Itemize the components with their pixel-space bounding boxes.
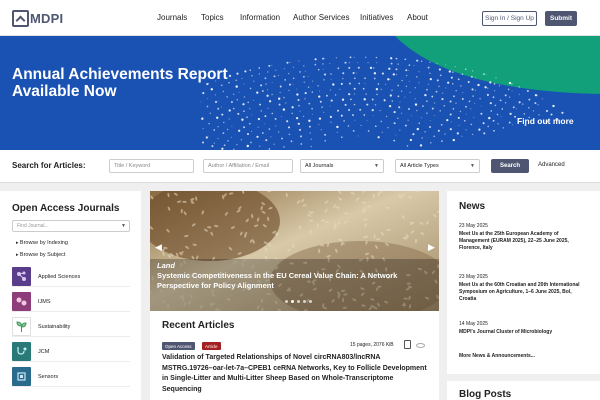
- pdf-download-icon[interactable]: [404, 340, 411, 349]
- submit-button[interactable]: Submit: [545, 11, 577, 26]
- carousel-dot[interactable]: [291, 300, 294, 303]
- article-type-value: All Article Types: [400, 163, 439, 169]
- journal-name: Applied Sciences: [38, 273, 81, 280]
- article-search-bar: Search for Articles: Title / Keyword Aut…: [0, 150, 600, 183]
- carousel-title[interactable]: Systemic Competitiveness in the EU Cerea…: [157, 271, 427, 291]
- top-header: MDPI Journals Topics Information Author …: [0, 0, 600, 36]
- article-title-link[interactable]: Validation of Targeted Relationships of …: [162, 353, 430, 395]
- featured-carousel[interactable]: Land Systemic Competitiveness in the EU …: [150, 191, 439, 311]
- news-date: 14 May 2025: [459, 321, 488, 327]
- mdpi-logo[interactable]: MDPI: [12, 10, 63, 27]
- logo-text: MDPI: [30, 11, 64, 26]
- advanced-search-link[interactable]: Advanced: [538, 162, 565, 168]
- molecule-icon: [12, 267, 31, 286]
- open-access-badge: Open Access: [162, 342, 195, 350]
- cells-icon: [12, 292, 31, 311]
- carousel-dot[interactable]: [285, 300, 288, 303]
- title-keyword-input[interactable]: Title / Keyword: [109, 159, 194, 173]
- chevron-down-icon: ▼: [470, 163, 475, 169]
- article-type-badge: Article: [202, 342, 221, 350]
- journal-select-value: All Journals: [305, 163, 334, 169]
- journal-name: IJMS: [38, 298, 51, 305]
- recent-articles-title: Recent Articles: [162, 320, 235, 331]
- news-item-link[interactable]: Meet Us at the 60th Croatian and 20th In…: [459, 282, 589, 303]
- article-meta: 15 pages, 2076 KiB: [350, 342, 394, 348]
- carousel-journal: Land: [157, 261, 175, 270]
- nav-information[interactable]: Information: [240, 13, 280, 22]
- article-type-select[interactable]: All Article Types ▼: [395, 159, 480, 173]
- journal-item-jcm[interactable]: JCM: [12, 342, 130, 362]
- news-title: News: [459, 201, 486, 212]
- journal-item-sensors[interactable]: Sensors: [12, 367, 130, 387]
- chevron-down-icon: ▼: [374, 163, 379, 169]
- carousel-dot[interactable]: [309, 300, 312, 303]
- journals-title: Open Access Journals: [12, 203, 120, 214]
- nav-about[interactable]: About: [407, 13, 428, 22]
- next-arrow-icon[interactable]: ▶: [428, 242, 435, 253]
- banner-title: Annual Achievements Report Available Now: [12, 66, 228, 100]
- nav-journals[interactable]: Journals: [157, 13, 187, 22]
- find-journal-select[interactable]: Find Journal... ▼: [12, 220, 130, 232]
- browse-by-indexing[interactable]: Browse by Indexing: [16, 240, 68, 246]
- journals-sidebar: Open Access Journals Find Journal... ▼ B…: [0, 191, 141, 400]
- sign-in-button[interactable]: Sign In / Sign Up: [482, 11, 537, 26]
- journal-item-sustainability[interactable]: Sustainability: [12, 317, 130, 337]
- journal-select[interactable]: All Journals ▼: [300, 159, 384, 173]
- logo-mark-icon: [12, 10, 29, 27]
- leaf-icon: [12, 317, 31, 336]
- journal-item-applied-sciences[interactable]: Applied Sciences: [12, 267, 130, 287]
- main-content: Land Systemic Competitiveness in the EU …: [150, 191, 439, 400]
- nav-topics[interactable]: Topics: [201, 13, 224, 22]
- news-item-link[interactable]: Meet Us at the 25th European Academy of …: [459, 231, 589, 252]
- carousel-dots: [285, 300, 315, 303]
- search-label: Search for Articles:: [12, 161, 86, 170]
- news-panel: News 23 May 2025 Meet Us at the 25th Eur…: [447, 191, 600, 374]
- sensor-icon: [12, 367, 31, 386]
- find-journal-placeholder: Find Journal...: [17, 223, 49, 229]
- news-date: 23 May 2025: [459, 223, 488, 229]
- chevron-down-icon: ▼: [121, 223, 126, 229]
- search-button[interactable]: Search: [491, 159, 529, 173]
- news-date: 23 May 2025: [459, 274, 488, 280]
- nav-initiatives[interactable]: Initiatives: [360, 13, 393, 22]
- author-input[interactable]: Author / Affiliation / Email: [203, 159, 293, 173]
- journal-item-ijms[interactable]: IJMS: [12, 292, 130, 312]
- nav-author-services[interactable]: Author Services: [293, 13, 349, 22]
- eye-icon[interactable]: [416, 343, 425, 348]
- carousel-dot[interactable]: [303, 300, 306, 303]
- blog-title: Blog Posts: [459, 389, 512, 400]
- find-out-more-link[interactable]: Find out more: [517, 116, 574, 126]
- more-news-link[interactable]: More News & Announcements...: [459, 353, 535, 359]
- prev-arrow-icon[interactable]: ◀: [155, 242, 162, 253]
- carousel-dot[interactable]: [297, 300, 300, 303]
- journal-name: Sustainability: [38, 323, 71, 330]
- browse-by-subject[interactable]: Browse by Subject: [16, 252, 66, 258]
- journal-name: Sensors: [38, 373, 59, 380]
- journal-name: JCM: [38, 348, 50, 355]
- blog-panel: Blog Posts: [447, 381, 600, 400]
- promo-banner[interactable]: Annual Achievements Report Available Now…: [0, 36, 600, 150]
- stethoscope-icon: [12, 342, 31, 361]
- news-item-link[interactable]: MDPI's Journal Cluster of Microbiology: [459, 329, 589, 336]
